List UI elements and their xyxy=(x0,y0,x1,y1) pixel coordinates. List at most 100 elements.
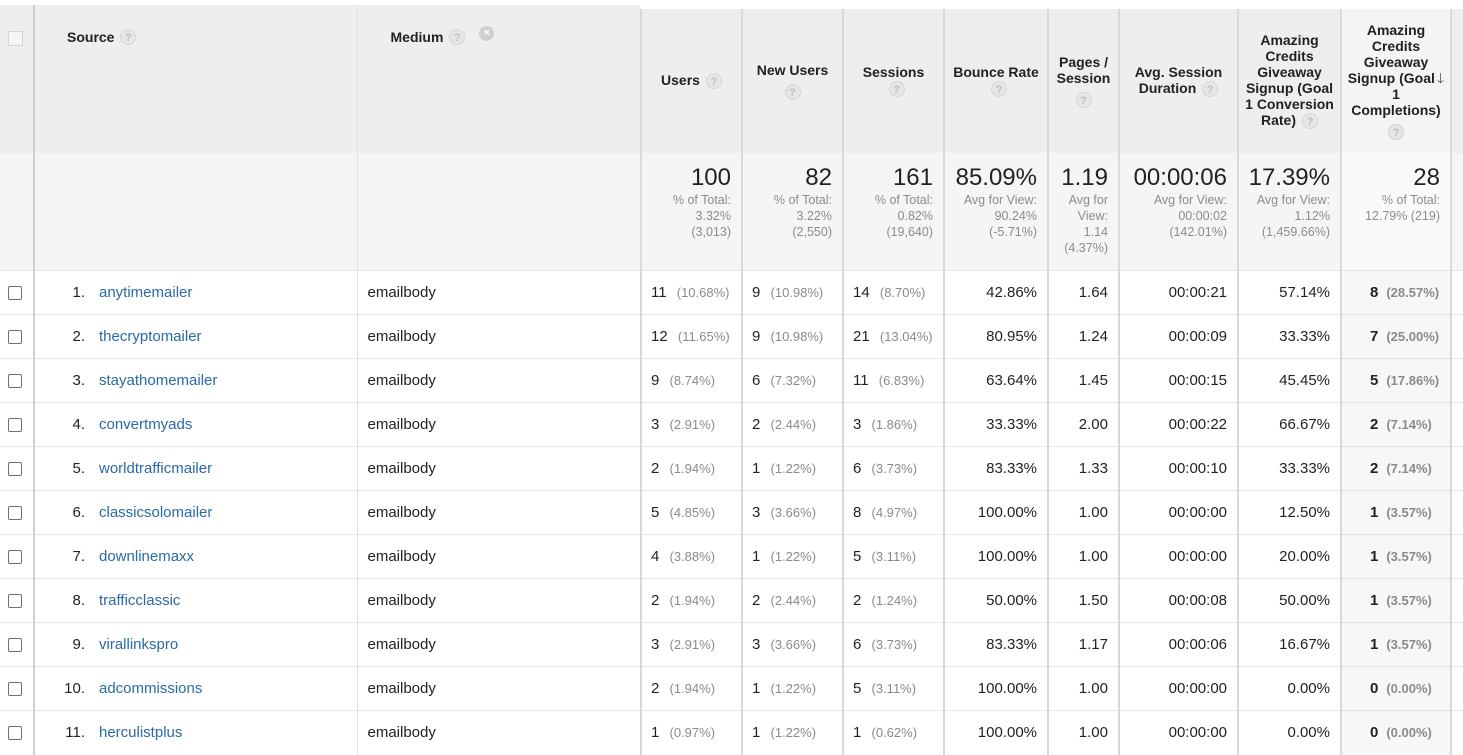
table-row: 9. virallinkspro emailbody 3 (2.91%) 3 (3.66… xyxy=(0,622,1463,667)
medium-column-header[interactable]: Medium ? × xyxy=(356,4,641,153)
metric-header-label[interactable]: Amazing Credits Giveaway Signup (Goal 1 Conv… xyxy=(1239,32,1340,130)
source-link[interactable]: thecryptomailer xyxy=(99,328,202,345)
metric-header-label[interactable]: Avg. Session Duration? xyxy=(1120,64,1237,98)
metric-header-line[interactable]: Signup (Goal xyxy=(1239,80,1340,96)
metric-header-line[interactable]: Pages / xyxy=(1049,54,1118,70)
row-checkbox[interactable] xyxy=(8,286,22,301)
source-link[interactable]: stayathomemailer xyxy=(99,372,217,389)
source-link[interactable]: worldtrafficmailer xyxy=(99,460,212,477)
metric-percent: (1.22%) xyxy=(770,461,817,476)
total-cell: 1.19 Avg for View: 1.14 (4.37%) xyxy=(1047,152,1119,271)
source-link[interactable]: downlinemaxx xyxy=(99,548,194,565)
metric-header[interactable]: Pages / Session? xyxy=(1047,0,1119,153)
sessions-cell: 8 (4.97%) xyxy=(842,490,944,535)
metric-percent: (3.11%) xyxy=(871,681,917,696)
new-users-cell: 2 (2.44%) xyxy=(741,578,843,623)
metric-header-line[interactable]: Giveaway xyxy=(1239,64,1340,80)
metric-percent: (3.57%) xyxy=(1386,549,1432,564)
source-link[interactable]: herculistplus xyxy=(99,724,182,741)
source-column-header[interactable]: Source ? xyxy=(34,4,357,153)
row-checkbox[interactable] xyxy=(8,462,22,477)
pages-session-cell: 1.45 xyxy=(1047,358,1119,403)
bounce-rate-cell: 100.00% xyxy=(943,666,1048,711)
help-icon[interactable]: ? xyxy=(120,28,137,45)
metric-header[interactable]: New Users? xyxy=(741,0,843,153)
help-icon[interactable]: ? xyxy=(1202,81,1219,98)
metric-header-line[interactable]: Credits xyxy=(1239,48,1340,64)
metric-header-line[interactable]: Amazing xyxy=(1342,22,1450,38)
metric-header-line[interactable]: Credits xyxy=(1342,38,1450,54)
row-checkbox[interactable] xyxy=(8,682,22,697)
row-checkbox[interactable] xyxy=(8,374,22,389)
medium-header-label[interactable]: Medium xyxy=(391,29,444,45)
metric-header-line[interactable]: 1 xyxy=(1342,86,1450,102)
row-checkbox[interactable] xyxy=(8,330,22,345)
metric-header[interactable]: Users? xyxy=(640,0,742,153)
help-icon[interactable]: ? xyxy=(1388,123,1404,140)
metric-header-line[interactable]: Users? xyxy=(642,72,741,90)
metric-header-line[interactable]: Signup (Goal 🡓 xyxy=(1342,70,1450,86)
remove-dimension-icon[interactable]: × xyxy=(479,26,495,41)
metric-header[interactable]: Bounce Rate? xyxy=(943,0,1048,153)
metric-header-line[interactable]: Bounce Rate xyxy=(945,64,1047,80)
select-all-checkbox[interactable] xyxy=(8,30,23,46)
help-icon[interactable]: ? xyxy=(888,81,905,98)
help-icon[interactable]: ? xyxy=(1075,91,1092,108)
help-icon[interactable]: ? xyxy=(705,73,722,90)
metric-header-line[interactable]: 1 Conversion xyxy=(1239,96,1340,112)
row-checkbox[interactable] xyxy=(8,418,22,433)
source-header-label[interactable]: Source xyxy=(67,29,114,45)
metric-header-line[interactable]: Giveaway xyxy=(1342,54,1450,70)
source-link[interactable]: trafficclassic xyxy=(99,592,180,609)
total-cell: 00:00:06 Avg for View: 00:00:02 (142.01%) xyxy=(1118,152,1238,271)
new-users-cell: 2 (2.44%) xyxy=(741,402,843,447)
help-icon[interactable]: ? xyxy=(991,81,1007,98)
row-checkbox[interactable] xyxy=(8,506,22,521)
sessions-cell: 14 (8.70%) xyxy=(842,270,944,315)
source-link[interactable]: classicsolomailer xyxy=(99,504,212,521)
source-link[interactable]: virallinkspro xyxy=(99,636,178,653)
overflow-cell xyxy=(1450,358,1463,403)
help-icon[interactable]: ? xyxy=(449,28,466,45)
metric-header[interactable]: Amazing Credits Giveaway Signup (Goal 🡓 1 Comp… xyxy=(1340,0,1451,153)
metric-header-line[interactable]: New Users xyxy=(743,62,842,78)
metric-header-label[interactable]: Bounce Rate xyxy=(945,64,1047,80)
metric-percent: (3.73%) xyxy=(871,637,918,652)
total-cell: 17.39% Avg for View: 1.12% (1,459.66%) xyxy=(1237,152,1341,271)
source-link[interactable]: convertmyads xyxy=(99,416,192,433)
metric-header[interactable]: Sessions? xyxy=(842,0,944,153)
metric-header-line[interactable]: Completions) xyxy=(1342,102,1450,118)
metric-header-line[interactable]: Duration? xyxy=(1120,80,1237,98)
overflow-cell xyxy=(1450,446,1463,491)
metric-header-label[interactable]: Users? xyxy=(642,72,741,90)
metric-header-label[interactable]: New Users xyxy=(743,62,842,78)
metric-header-label[interactable]: Amazing Credits Giveaway Signup (Goal 🡓 1 Comp… xyxy=(1342,22,1450,118)
metric-header-label[interactable]: Sessions xyxy=(844,64,943,80)
sessions-cell: 6 (3.73%) xyxy=(842,446,944,491)
arrow-down-icon[interactable]: 🡓 xyxy=(1437,70,1444,86)
total-subtext: (1,459.66%) xyxy=(1261,224,1330,239)
metric-header-line[interactable]: Rate)? xyxy=(1239,112,1340,130)
row-checkbox[interactable] xyxy=(8,726,22,741)
metric-header[interactable]: Avg. Session Duration? xyxy=(1118,0,1238,153)
total-subtext: (19,640) xyxy=(886,224,933,239)
row-checkbox[interactable] xyxy=(8,594,22,609)
source-link[interactable]: adcommissions xyxy=(99,680,202,697)
metric-header-line[interactable]: Amazing xyxy=(1239,32,1340,48)
metric-header-line[interactable]: Sessions xyxy=(844,64,943,80)
metric-header-line[interactable]: Session xyxy=(1049,70,1118,86)
row-checkbox[interactable] xyxy=(8,550,22,565)
duration-cell: 00:00:00 xyxy=(1118,534,1238,579)
source-link[interactable]: anytimemailer xyxy=(99,284,192,301)
metric-percent: (1.24%) xyxy=(871,593,918,608)
metric-header-label[interactable]: Pages / Session xyxy=(1049,54,1118,86)
metric-percent: (10.98%) xyxy=(770,285,824,300)
metric-header-line[interactable]: Avg. Session xyxy=(1120,64,1237,80)
total-subtext: (142.01%) xyxy=(1169,224,1227,239)
conversion-rate-cell: 33.33% xyxy=(1237,314,1341,359)
metric-header[interactable]: Amazing Credits Giveaway Signup (Goal 1 Conv… xyxy=(1237,0,1341,153)
help-icon[interactable]: ? xyxy=(1302,113,1318,130)
row-checkbox[interactable] xyxy=(8,638,22,653)
row-select-cell xyxy=(0,270,35,315)
help-icon[interactable]: ? xyxy=(784,83,801,100)
